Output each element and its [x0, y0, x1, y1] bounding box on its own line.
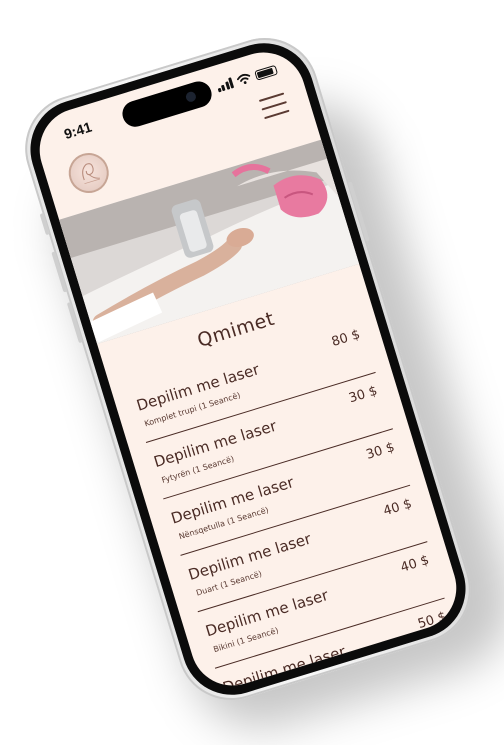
service-price: 30 $	[347, 383, 380, 407]
service-price: 40 $	[398, 552, 431, 576]
status-time: 9:41	[62, 118, 94, 143]
status-icons	[215, 64, 279, 93]
logo-icon[interactable]	[63, 148, 114, 198]
battery-icon	[254, 64, 279, 81]
menu-icon[interactable]	[258, 92, 290, 120]
service-price: 40 $	[381, 496, 414, 520]
service-price: 80 $	[329, 327, 362, 350]
signal-icon	[215, 77, 235, 93]
wifi-icon	[236, 73, 251, 85]
service-price: 30 $	[364, 439, 397, 463]
